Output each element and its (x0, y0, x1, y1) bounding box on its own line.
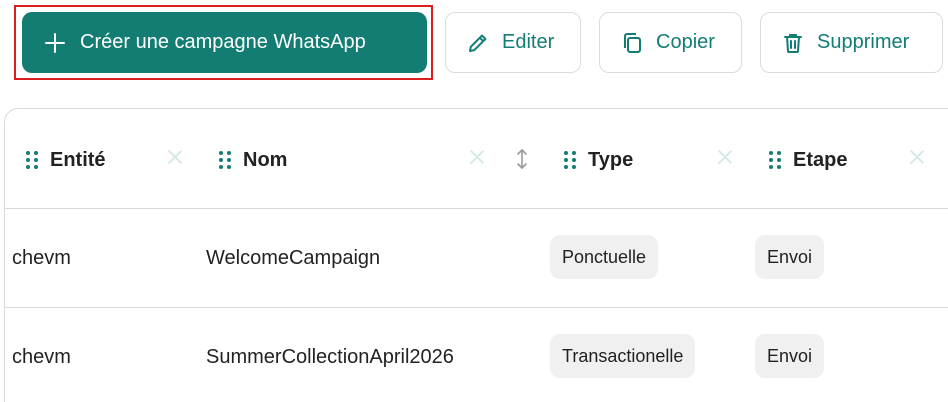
cell-nom: SummerCollectionApril2026 (206, 346, 454, 368)
cell-nom: WelcomeCampaign (206, 247, 381, 269)
column-header-entite[interactable]: Entité (26, 146, 106, 174)
etape-badge: Envoi (755, 334, 825, 378)
column-header-nom[interactable]: Nom (219, 146, 287, 174)
create-whatsapp-campaign-button[interactable]: Créer une campagne WhatsApp (22, 12, 427, 73)
column-header-label: Nom (243, 148, 288, 171)
delete-button[interactable]: Supprimer (760, 12, 943, 73)
cell-entite: chevm (12, 346, 71, 368)
create-button-label: Créer une campagne WhatsApp (80, 31, 366, 53)
trash-icon (784, 33, 802, 53)
etape-badge: Envoi (755, 235, 825, 279)
close-icon[interactable] (166, 148, 184, 166)
delete-button-label: Supprimer (817, 31, 910, 53)
edit-button-label: Editer (502, 31, 555, 53)
column-header-label: Etape (793, 148, 848, 171)
column-header-label: Type (588, 148, 634, 171)
plus-icon (44, 32, 66, 54)
drag-handle-icon[interactable] (564, 151, 576, 169)
edit-button[interactable]: Editer (445, 12, 581, 73)
copy-button-label: Copier (656, 31, 715, 53)
sort-icon[interactable] (514, 147, 530, 171)
column-header-label: Entité (50, 148, 106, 171)
type-badge: Transactionelle (550, 334, 696, 378)
cell-entite: chevm (12, 247, 71, 269)
row-divider (4, 208, 948, 209)
copy-button[interactable]: Copier (599, 12, 742, 73)
row-divider (4, 307, 948, 308)
pencil-icon (469, 34, 487, 52)
drag-handle-icon[interactable] (26, 151, 38, 169)
close-icon[interactable] (908, 148, 926, 166)
copy-icon (624, 32, 641, 53)
column-header-type[interactable]: Type (564, 146, 633, 174)
drag-handle-icon[interactable] (769, 151, 781, 169)
type-badge: Ponctuelle (550, 235, 659, 279)
column-header-etape[interactable]: Etape (769, 146, 847, 174)
close-icon[interactable] (468, 148, 486, 166)
drag-handle-icon[interactable] (219, 151, 231, 169)
close-icon[interactable] (716, 148, 734, 166)
